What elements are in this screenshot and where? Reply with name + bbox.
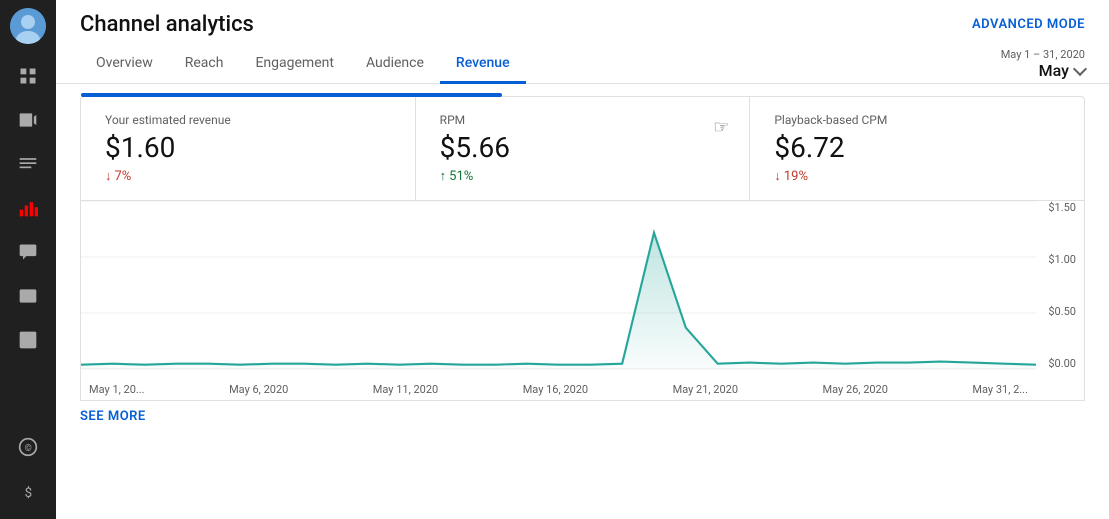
- metric-change-cpm-pct: 19%: [784, 169, 808, 184]
- dollar-icon: $: [18, 481, 38, 501]
- audio-icon: [18, 330, 38, 350]
- dashboard-icon: [18, 66, 38, 86]
- y-label-1-00: $1.00: [1048, 253, 1076, 266]
- metric-change-cpm: ↓ 19%: [774, 168, 808, 184]
- tabs-bar: Overview Reach Engagement Audience Reven…: [56, 45, 1109, 84]
- tab-engagement[interactable]: Engagement: [239, 45, 349, 84]
- x-label-may1: May 1, 20...: [89, 383, 145, 396]
- arrow-down-cpm-icon: ↓: [774, 168, 781, 184]
- comments-icon: [18, 242, 38, 262]
- date-range-value: May: [1039, 61, 1069, 80]
- metric-change-revenue-pct: 7%: [115, 169, 132, 184]
- metric-label-revenue: Your estimated revenue: [105, 113, 231, 127]
- chart-y-labels: $1.50 $1.00 $0.50 $0.00: [1048, 201, 1076, 370]
- x-label-may26: May 26, 2020: [823, 383, 888, 396]
- metric-value-cpm: $6.72: [774, 131, 844, 164]
- metric-label-rpm: RPM: [440, 113, 465, 127]
- y-label-1-50: $1.50: [1048, 201, 1076, 214]
- sidebar-item-dashboard[interactable]: [4, 56, 52, 96]
- tabs-list: Overview Reach Engagement Audience Reven…: [80, 45, 526, 83]
- metric-change-rpm: ↑ 51%: [440, 168, 474, 184]
- svg-text:©: ©: [25, 444, 32, 454]
- sidebar-item-dollar[interactable]: $: [4, 471, 52, 511]
- chart-x-labels: May 1, 20... May 6, 2020 May 11, 2020 Ma…: [81, 383, 1036, 396]
- sidebar-item-monetization[interactable]: [4, 276, 52, 316]
- metrics-row: Your estimated revenue $1.60 ↓ 7% ☞ RPM …: [80, 96, 1085, 201]
- sidebar-item-subtitles[interactable]: [4, 144, 52, 184]
- arrow-down-icon: ↓: [105, 168, 112, 184]
- chart-area: $1.50 $1.00 $0.50 $0.00: [80, 201, 1085, 401]
- tab-overview[interactable]: Overview: [80, 45, 169, 84]
- x-label-may31: May 31, 2...: [972, 383, 1028, 396]
- tab-audience[interactable]: Audience: [350, 45, 440, 84]
- tab-reach[interactable]: Reach: [169, 45, 240, 84]
- see-more-button[interactable]: SEE MORE: [56, 401, 1109, 432]
- analytics-icon: [18, 198, 38, 218]
- chart-svg: [81, 201, 1036, 370]
- sidebar: © $: [0, 0, 56, 519]
- chart-line: [81, 233, 1036, 365]
- arrow-up-icon: ↑: [440, 168, 447, 184]
- metric-value-revenue: $1.60: [105, 131, 175, 164]
- x-label-may11: May 11, 2020: [373, 383, 438, 396]
- advanced-mode-button[interactable]: ADVANCED MODE: [972, 17, 1085, 32]
- svg-text:$: $: [25, 486, 33, 501]
- x-label-may16: May 16, 2020: [523, 383, 588, 396]
- date-range-main[interactable]: May: [1039, 61, 1085, 80]
- chart-fill-area: [81, 233, 1036, 369]
- page-header: Channel analytics ADVANCED MODE: [56, 0, 1109, 37]
- metric-value-rpm: $5.66: [440, 131, 510, 164]
- monetization-icon: [18, 286, 38, 306]
- subtitles-icon: [18, 154, 38, 174]
- sidebar-item-comments[interactable]: [4, 232, 52, 272]
- x-label-may21: May 21, 2020: [673, 383, 738, 396]
- x-label-may6: May 6, 2020: [229, 383, 288, 396]
- sidebar-item-audio[interactable]: [4, 320, 52, 360]
- metric-card-revenue: Your estimated revenue $1.60 ↓ 7%: [81, 97, 416, 200]
- sidebar-item-analytics[interactable]: [4, 188, 52, 228]
- chevron-down-icon: [1073, 61, 1087, 75]
- date-range-small: May 1 – 31, 2020: [1001, 48, 1085, 61]
- y-label-0-50: $0.50: [1048, 305, 1076, 318]
- page-title: Channel analytics: [80, 12, 254, 37]
- sidebar-item-copyright[interactable]: ©: [4, 427, 52, 467]
- metric-change-rpm-pct: 51%: [449, 169, 473, 184]
- sidebar-item-video[interactable]: [4, 100, 52, 140]
- metric-card-rpm: ☞ RPM $5.66 ↑ 51%: [416, 97, 751, 200]
- video-icon: [18, 110, 38, 130]
- y-label-0-00: $0.00: [1048, 357, 1076, 370]
- avatar[interactable]: [10, 8, 46, 44]
- copyright-icon: ©: [18, 437, 38, 457]
- cursor-icon: ☞: [713, 117, 729, 138]
- date-picker[interactable]: May 1 – 31, 2020 May: [1001, 48, 1085, 80]
- chart-svg-container: [81, 201, 1036, 370]
- metric-card-cpm: Playback-based CPM $6.72 ↓ 19%: [750, 97, 1084, 200]
- tab-revenue[interactable]: Revenue: [440, 45, 526, 84]
- main-content: Channel analytics ADVANCED MODE Overview…: [56, 0, 1109, 519]
- metric-label-cpm: Playback-based CPM: [774, 113, 887, 127]
- metric-change-revenue: ↓ 7%: [105, 168, 131, 184]
